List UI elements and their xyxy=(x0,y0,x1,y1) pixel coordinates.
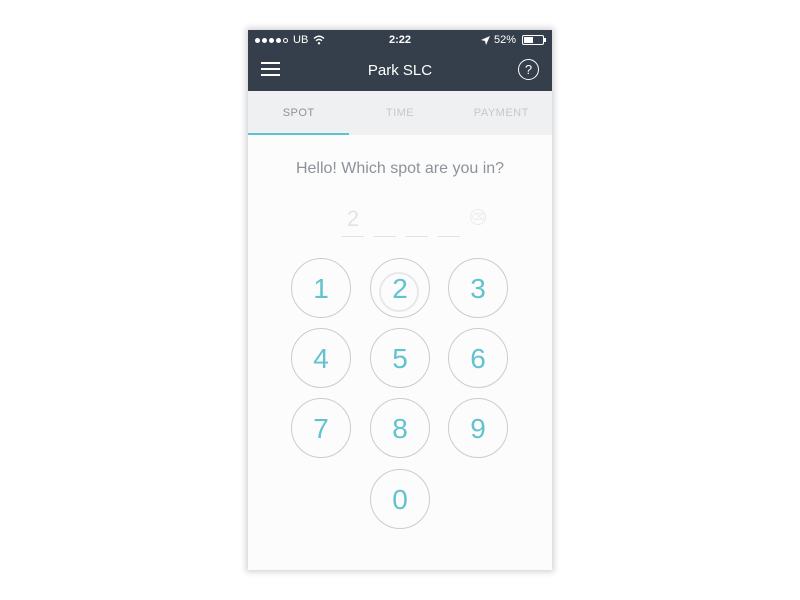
tab-spot[interactable]: SPOT xyxy=(248,91,350,135)
status-right: 52% xyxy=(480,34,546,46)
key-label: 4 xyxy=(313,343,329,374)
key-label: 9 xyxy=(470,413,486,444)
battery-percent: 52% xyxy=(493,34,516,46)
key-label: 3 xyxy=(470,273,486,304)
battery-level-fill xyxy=(524,37,534,43)
spot-digit-4 xyxy=(438,205,460,237)
key-label: 1 xyxy=(313,273,329,304)
key-0[interactable]: 0 xyxy=(370,469,430,529)
key-6[interactable]: 6 xyxy=(448,328,508,388)
key-8[interactable]: 8 xyxy=(370,398,430,458)
key-label: 2 xyxy=(392,273,408,304)
spot-prompt: Hello! Which spot are you in? xyxy=(295,160,505,177)
key-1[interactable]: 1 xyxy=(291,258,351,318)
page-title: Park SLC xyxy=(367,62,433,79)
key-2[interactable]: 2 xyxy=(370,258,430,318)
key-label: 5 xyxy=(392,343,408,374)
key-label: 7 xyxy=(313,413,329,444)
key-9[interactable]: 9 xyxy=(448,398,508,458)
status-bar: UB 2:22 52% xyxy=(248,30,552,51)
battery-icon xyxy=(522,35,546,45)
step-tabs: SPOT TIME PAYMENT xyxy=(248,91,552,135)
key-4[interactable]: 4 xyxy=(291,328,351,388)
key-3[interactable]: 3 xyxy=(448,258,508,318)
tab-time[interactable]: TIME xyxy=(349,91,450,135)
spot-code-display: 2 xyxy=(342,205,460,237)
key-label: 0 xyxy=(392,484,408,515)
nav-bar: Park SLC ? xyxy=(248,51,552,91)
spot-digit-1: 2 xyxy=(342,205,364,237)
key-5[interactable]: 5 xyxy=(370,328,430,388)
backspace-icon[interactable]: ⌫ xyxy=(470,209,486,225)
key-label: 8 xyxy=(392,413,408,444)
key-label: 6 xyxy=(470,343,486,374)
location-arrow-icon xyxy=(480,35,490,45)
key-7[interactable]: 7 xyxy=(291,398,351,458)
phone-screen: UB 2:22 52% Park SLC ? SPOT TIME PAYMENT… xyxy=(248,30,552,570)
spot-digit-2 xyxy=(374,205,396,237)
spot-digit-3 xyxy=(406,205,428,237)
help-icon[interactable]: ? xyxy=(518,59,539,80)
tab-payment[interactable]: PAYMENT xyxy=(451,91,552,135)
